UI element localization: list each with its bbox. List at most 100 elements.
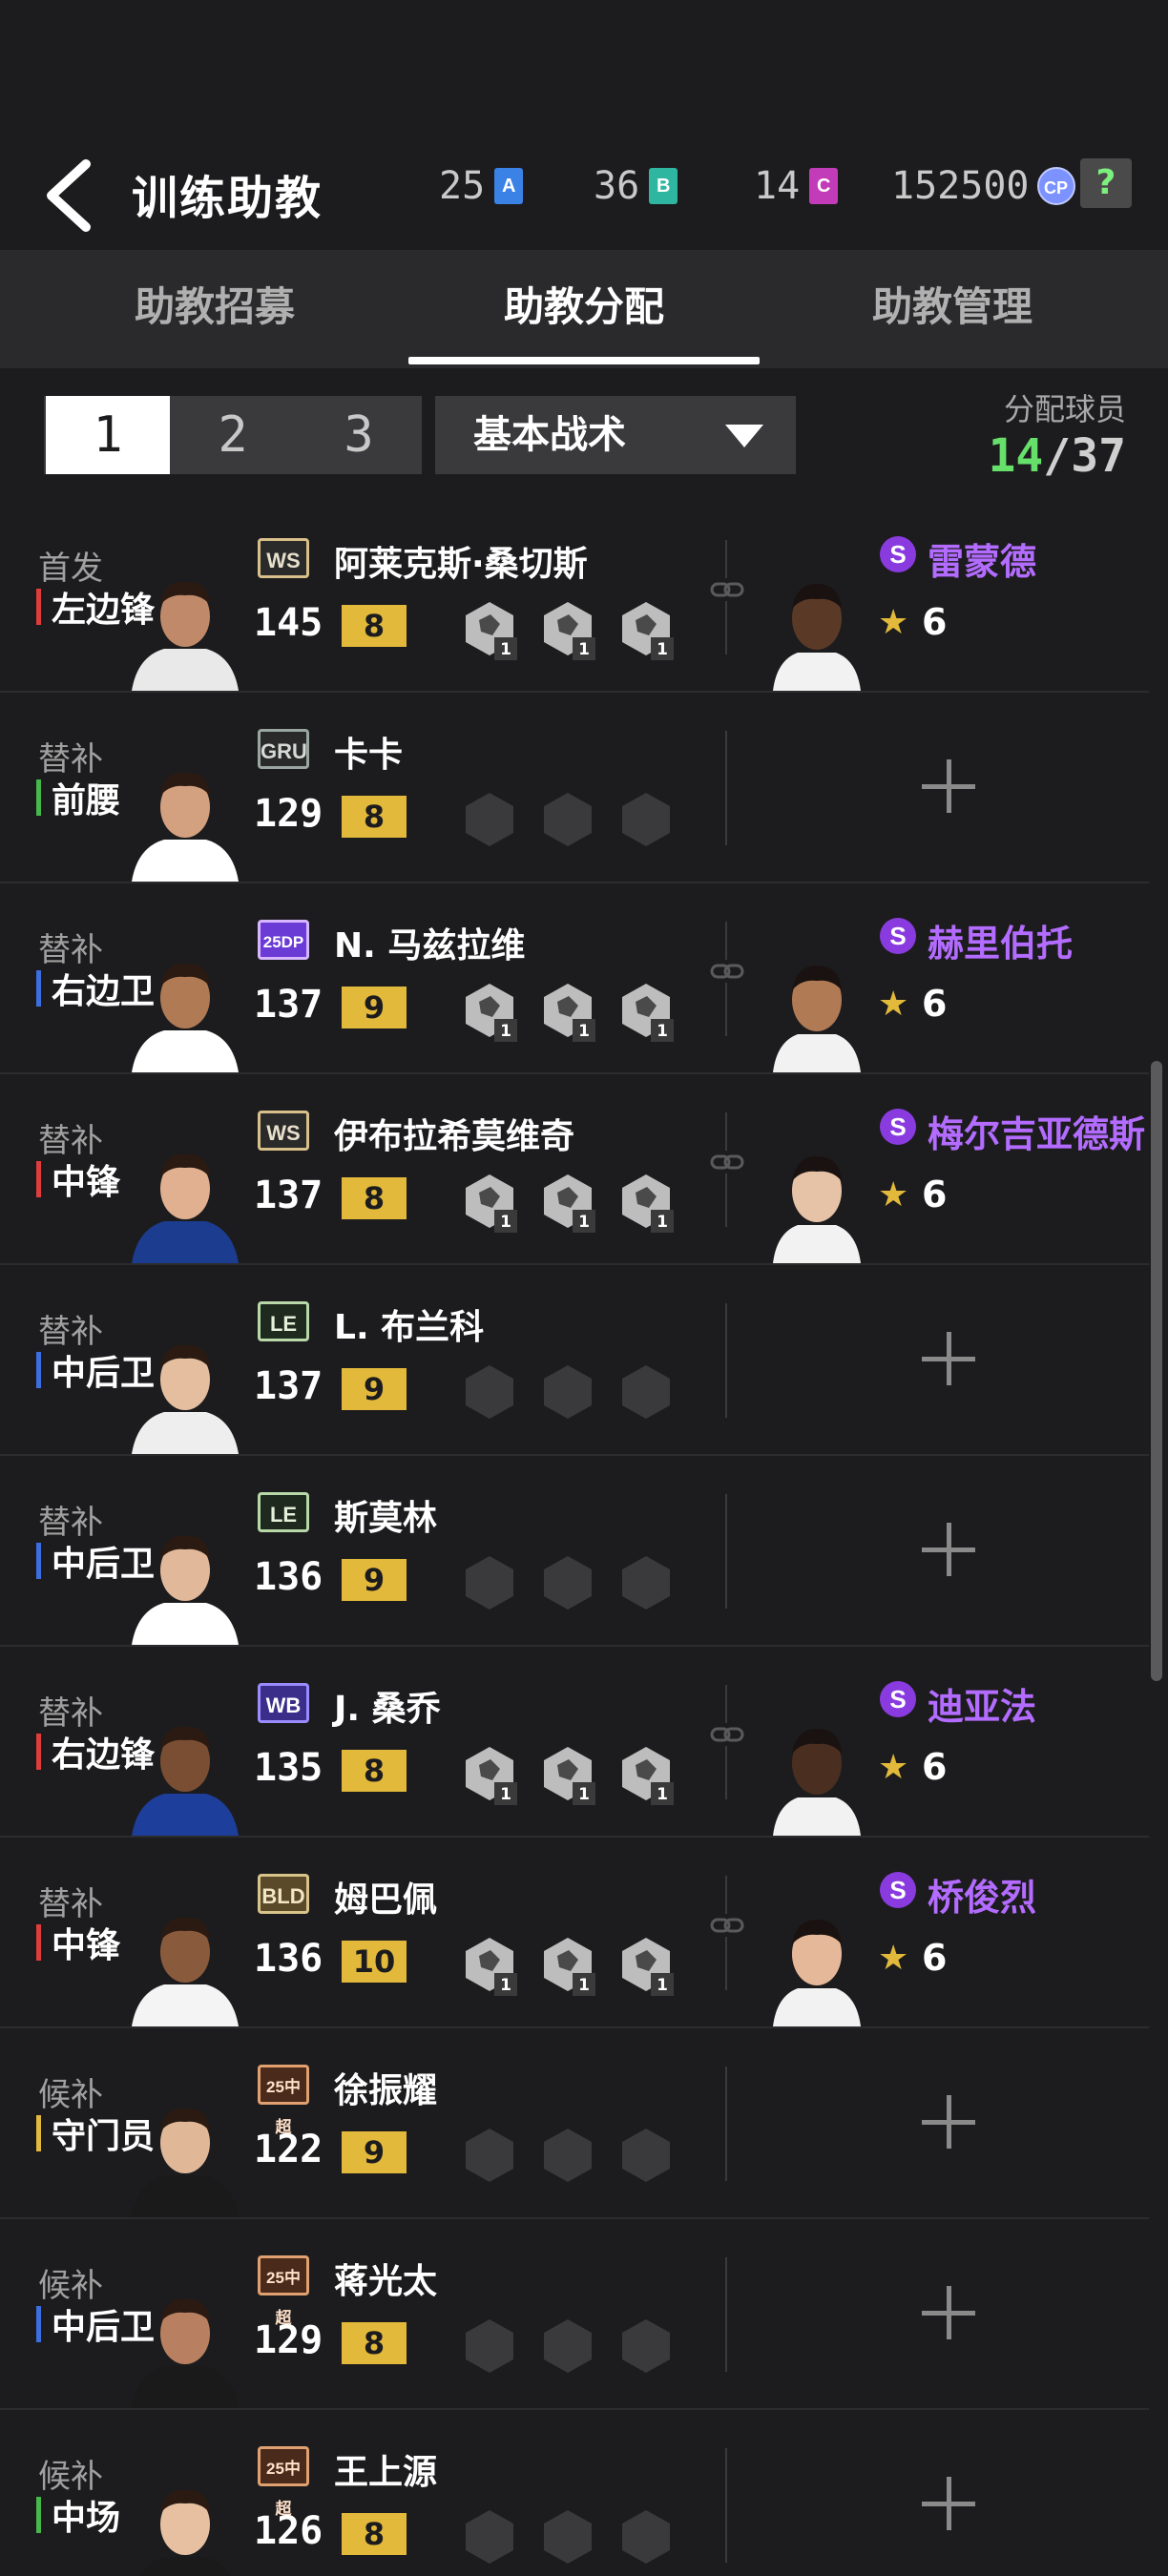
coach-rating: 6: [922, 1174, 948, 1215]
player-card-tag: WS: [258, 538, 309, 578]
empty-skill-slot-icon: [618, 1362, 674, 1423]
player-overall: 135: [254, 1746, 323, 1790]
player-card-tag: WB: [258, 1683, 309, 1723]
training-skill-icon: 1: [618, 599, 674, 660]
svg-text:1: 1: [578, 1976, 590, 1995]
tactic-dropdown[interactable]: 基本战术: [435, 396, 796, 474]
player-photo: [126, 2088, 244, 2217]
coach-photo: [769, 1133, 865, 1263]
add-coach-plus-icon[interactable]: [922, 2286, 975, 2339]
empty-skill-slot-icon: [540, 2126, 595, 2187]
link-chain-icon: [710, 1723, 744, 1746]
empty-skill-slot-icon: [462, 2126, 517, 2187]
coach-name[interactable]: 梅尔吉亚德斯: [928, 1105, 1145, 1157]
coach-name[interactable]: 雷蒙德: [928, 532, 1036, 585]
badge-a-icon: A: [494, 168, 524, 204]
page-button-3[interactable]: 3: [296, 396, 422, 474]
player-overall: 136: [254, 1555, 323, 1599]
coach-photo: [769, 1706, 865, 1836]
badge-b-icon: B: [649, 168, 678, 204]
player-overall: 126: [254, 2509, 323, 2553]
coach-photo: [769, 561, 865, 691]
svg-text:1: 1: [657, 640, 668, 659]
player-overall: 122: [254, 2128, 323, 2171]
player-row[interactable]: 替补 前腰 GRU 卡卡 129 8: [0, 693, 1149, 883]
player-card-tag: LE: [258, 1301, 309, 1341]
player-row[interactable]: 候补 中后卫 25中超 蒋光太 129 8: [0, 2219, 1149, 2410]
position-color-bar: [36, 1924, 41, 1961]
training-skill-icon: 1: [618, 1935, 674, 1996]
player-row[interactable]: 首发 左边锋 WS 阿莱克斯·桑切斯 145 8 1 1 1 S 雷蒙德 ★ 6: [0, 502, 1149, 693]
row-divider: [725, 1303, 727, 1418]
player-level-badge: 8: [342, 2513, 407, 2555]
player-photo: [126, 943, 244, 1072]
player-photo: [126, 1897, 244, 2026]
tab-allocate[interactable]: 助教分配: [412, 250, 756, 368]
player-row[interactable]: 替补 中后卫 LE L. 布兰科 137 9: [0, 1265, 1149, 1456]
player-position: 中锋: [52, 1163, 121, 1202]
badge-c-icon: C: [809, 168, 839, 204]
training-skill-icon: 1: [618, 1744, 674, 1805]
star-icon: ★: [878, 985, 909, 1024]
coach-rating: 6: [922, 1937, 948, 1979]
help-button[interactable]: ?: [1080, 158, 1132, 208]
empty-skill-slot-icon: [540, 1362, 595, 1423]
position-color-bar: [36, 970, 41, 1007]
active-tab-underline: [408, 357, 760, 364]
empty-skill-slot-icon: [462, 790, 517, 851]
player-card-tag: 25中超: [258, 2065, 309, 2136]
page-button-1[interactable]: 1: [46, 396, 170, 474]
back-arrow-icon[interactable]: [38, 153, 105, 239]
row-divider: [725, 731, 727, 845]
tab-bar: 助教招募 助教分配 助教管理: [0, 250, 1168, 368]
player-card-tag: GRU: [258, 729, 309, 769]
empty-skill-slot-icon: [462, 1362, 517, 1423]
scrollbar-thumb[interactable]: [1151, 1061, 1162, 1681]
coach-rating: 6: [922, 983, 948, 1025]
svg-text:1: 1: [578, 640, 590, 659]
player-row[interactable]: 替补 中锋 WS 伊布拉希莫维奇 137 8 1 1 1 S 梅尔吉亚德斯 ★ 6: [0, 1074, 1149, 1265]
player-row[interactable]: 替补 中锋 BLD 姆巴佩 136 10 1 1 1 S 桥俊烈 ★ 6: [0, 1838, 1149, 2028]
star-icon: ★: [878, 603, 909, 642]
add-coach-plus-icon[interactable]: [922, 759, 975, 813]
coach-name[interactable]: 赫里伯托: [928, 914, 1073, 966]
player-photo: [126, 2469, 244, 2576]
row-divider: [725, 2448, 727, 2563]
svg-text:1: 1: [657, 1785, 668, 1804]
allocation-label: 分配球员: [1003, 391, 1126, 427]
currency-b: 36 B: [594, 164, 678, 208]
svg-text:1: 1: [500, 1022, 511, 1041]
player-position: 中锋: [52, 1926, 121, 1965]
player-name: J. 桑乔: [334, 1690, 441, 1729]
add-coach-plus-icon[interactable]: [922, 2095, 975, 2149]
player-photo: [126, 752, 244, 882]
caret-down-icon: [725, 425, 763, 447]
page-title: 训练助教: [132, 172, 323, 225]
page-button-2[interactable]: 2: [170, 396, 296, 474]
player-row[interactable]: 替补 右边卫 25DP N. 马兹拉维 137 9 1 1 1 S 赫里伯托 ★ 6: [0, 883, 1149, 1074]
player-row[interactable]: 候补 中场 25中超 王上源 126 8: [0, 2410, 1149, 2576]
empty-skill-slot-icon: [618, 1553, 674, 1614]
player-overall: 137: [254, 983, 323, 1027]
player-name: 蒋光太: [334, 2262, 438, 2301]
add-coach-plus-icon[interactable]: [922, 1332, 975, 1385]
coach-name[interactable]: 桥俊烈: [928, 1868, 1036, 1921]
player-overall: 137: [254, 1174, 323, 1217]
star-icon: ★: [878, 1175, 909, 1215]
coach-name[interactable]: 迪亚法: [928, 1677, 1036, 1730]
add-coach-plus-icon[interactable]: [922, 2477, 975, 2530]
currency-a: 25 A: [439, 164, 524, 208]
training-skill-icon: 1: [540, 1744, 595, 1805]
player-level-badge: 8: [342, 605, 407, 647]
player-level-badge: 9: [342, 1559, 407, 1601]
tab-manage[interactable]: 助教管理: [781, 250, 1124, 368]
add-coach-plus-icon[interactable]: [922, 1523, 975, 1576]
player-card-tag: 25DP: [258, 920, 309, 960]
coach-rating: 6: [922, 1746, 948, 1788]
player-row[interactable]: 替补 右边锋 WB J. 桑乔 135 8 1 1 1 S 迪亚法 ★ 6: [0, 1647, 1149, 1838]
tactic-dropdown-label: 基本战术: [473, 413, 626, 457]
tab-recruit[interactable]: 助教招募: [43, 250, 386, 368]
player-position: 中场: [52, 2499, 121, 2538]
player-row[interactable]: 候补 守门员 25中超 徐振耀 122 9: [0, 2028, 1149, 2219]
player-row[interactable]: 替补 中后卫 LE 斯莫林 136 9: [0, 1456, 1149, 1647]
